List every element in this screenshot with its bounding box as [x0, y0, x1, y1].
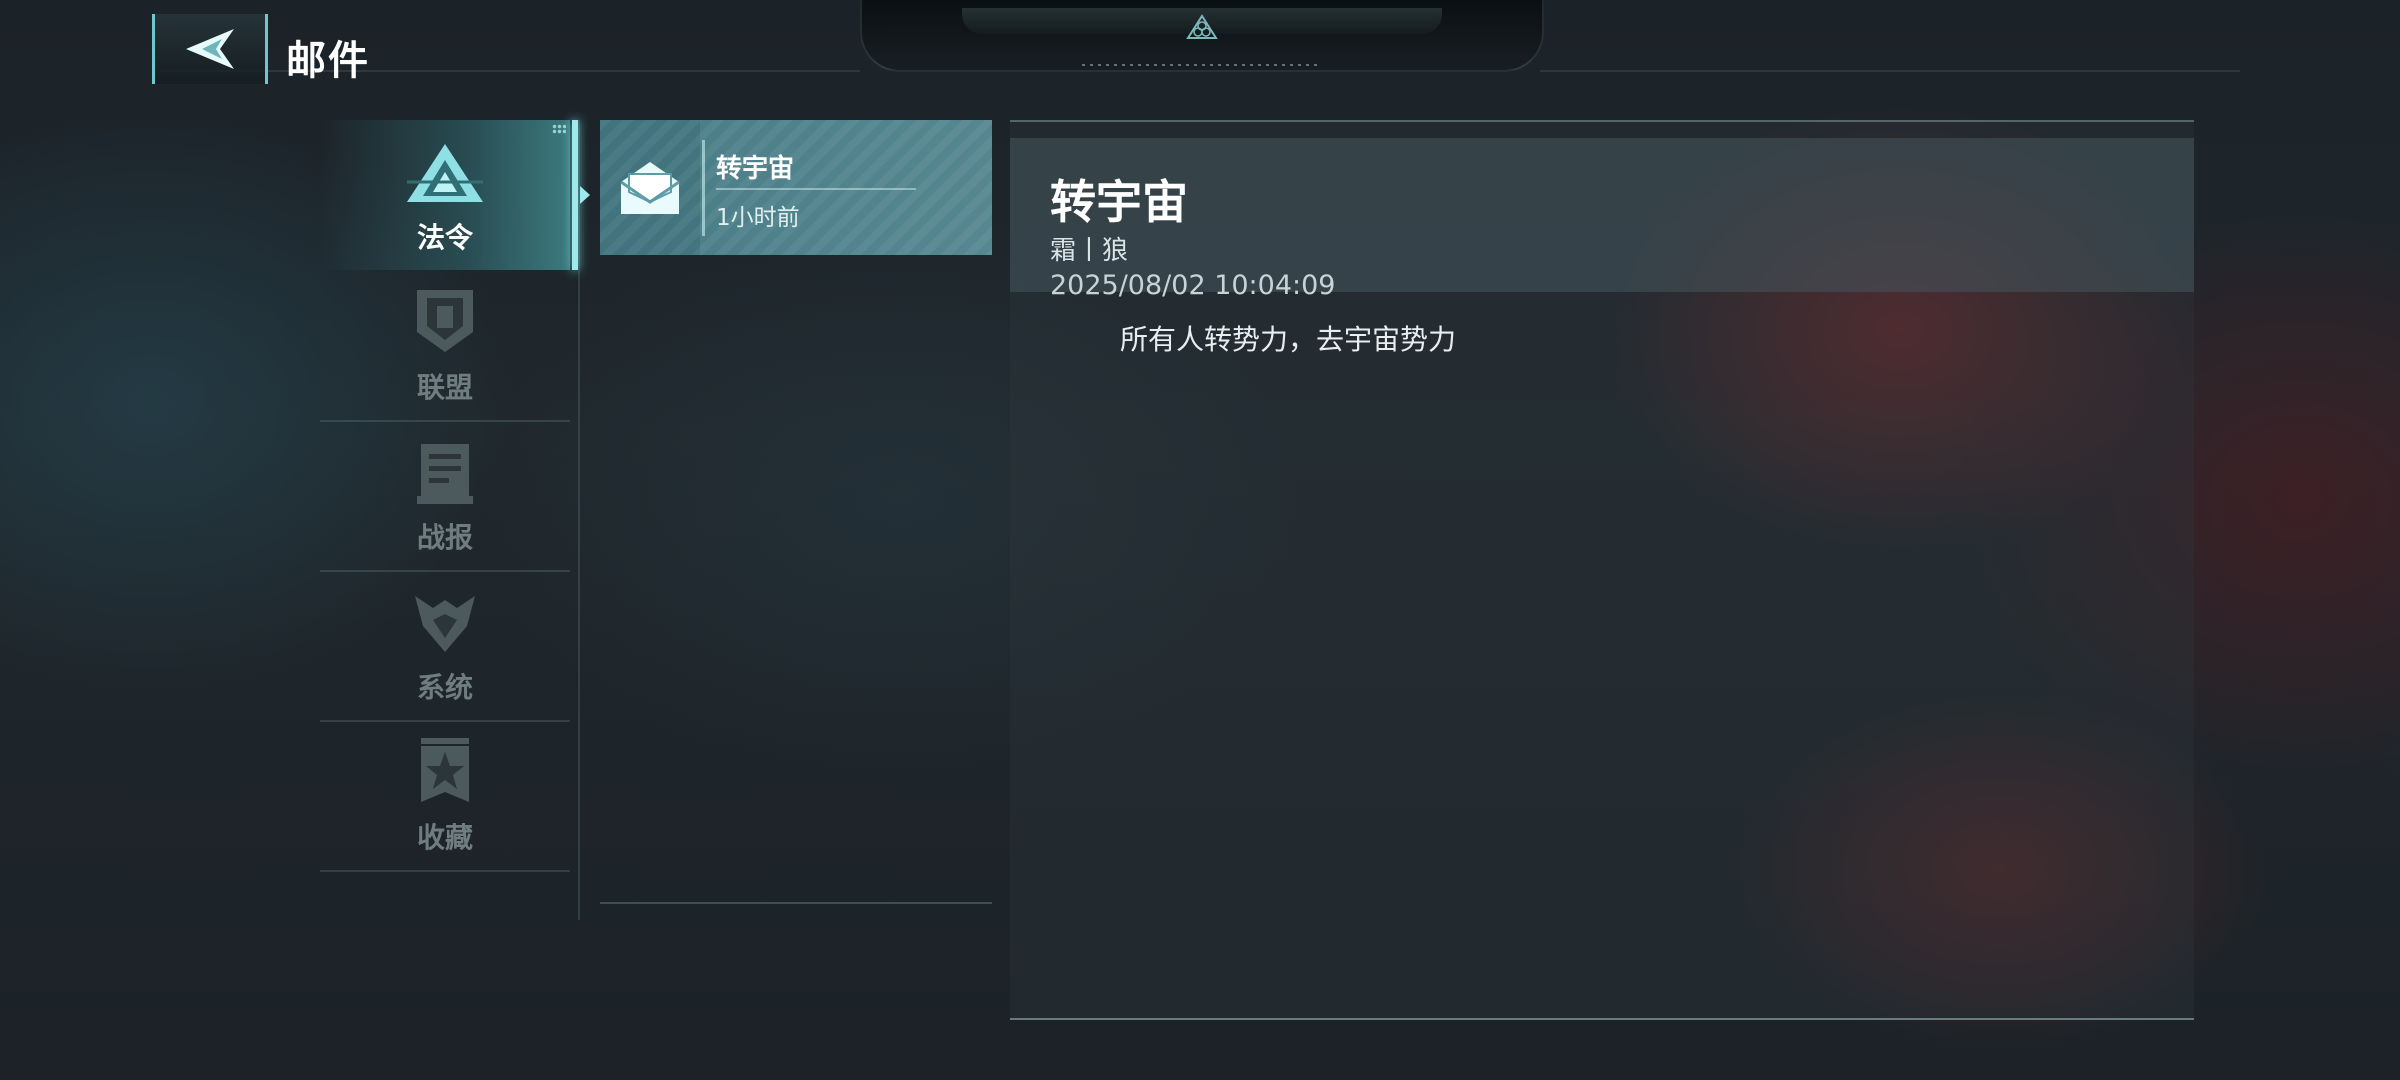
- page-title: 邮件: [286, 37, 370, 84]
- mail-detail-sender: 霜丨狼: [1050, 236, 1129, 266]
- sidebar-divider: [578, 120, 580, 920]
- tab-system[interactable]: 系统: [320, 570, 570, 722]
- alliance-shield-icon: [417, 290, 473, 352]
- top-frame-line-right: [1540, 0, 2240, 72]
- mail-list: 转宇宙 1小时前: [600, 120, 992, 904]
- mail-subject: 转宇宙: [716, 154, 795, 184]
- tab-active-arrow: [580, 186, 590, 204]
- top-frame-dots: [1082, 64, 1322, 66]
- tab-active-indicator: [572, 120, 578, 270]
- mail-detail-body: 所有人转势力，去宇宙势力: [1120, 323, 1457, 356]
- tab-label: 系统: [416, 671, 473, 704]
- system-emblem-icon: [415, 596, 475, 652]
- mail-detail-panel: 转宇宙 霜丨狼 2025/08/02 10:04:09 所有人转势力，去宇宙势力: [1010, 120, 2194, 1020]
- mail-detail-title: 转宇宙: [1050, 175, 1188, 229]
- mail-list-item[interactable]: 转宇宙 1小时前: [600, 120, 992, 255]
- mail-detail-header: 转宇宙 霜丨狼 2025/08/02 10:04:09: [1010, 138, 2194, 301]
- back-button[interactable]: [152, 14, 268, 84]
- tab-decree[interactable]: 法令: [320, 120, 590, 270]
- mail-time: 1小时前: [716, 205, 800, 231]
- tab-battle-report[interactable]: 战报: [320, 420, 570, 572]
- mail-detail-date: 2025/08/02 10:04:09: [1050, 270, 1336, 301]
- tab-label: 收藏: [416, 821, 473, 854]
- favorites-star-icon: [421, 738, 469, 802]
- tab-label: 战报: [416, 521, 473, 554]
- battle-report-document-icon: [417, 444, 473, 504]
- top-frame: [860, 0, 1544, 72]
- top-emblem-icon: [1186, 14, 1218, 39]
- tab-corner-dots: [552, 124, 566, 134]
- sidebar: 法令 联盟 战报 系统 收藏: [320, 120, 590, 920]
- back-arrow-icon: [186, 29, 234, 69]
- mail-separator: [702, 140, 705, 236]
- tab-label: 联盟: [416, 371, 473, 404]
- tab-favorites[interactable]: 收藏: [320, 720, 570, 872]
- tab-alliance[interactable]: 联盟: [320, 270, 570, 422]
- mail-underline: [716, 188, 916, 190]
- mail-icon-box: [600, 120, 700, 255]
- envelope-icon: [620, 161, 680, 214]
- decree-triangle-icon: [407, 144, 483, 202]
- tab-label: 法令: [416, 221, 473, 254]
